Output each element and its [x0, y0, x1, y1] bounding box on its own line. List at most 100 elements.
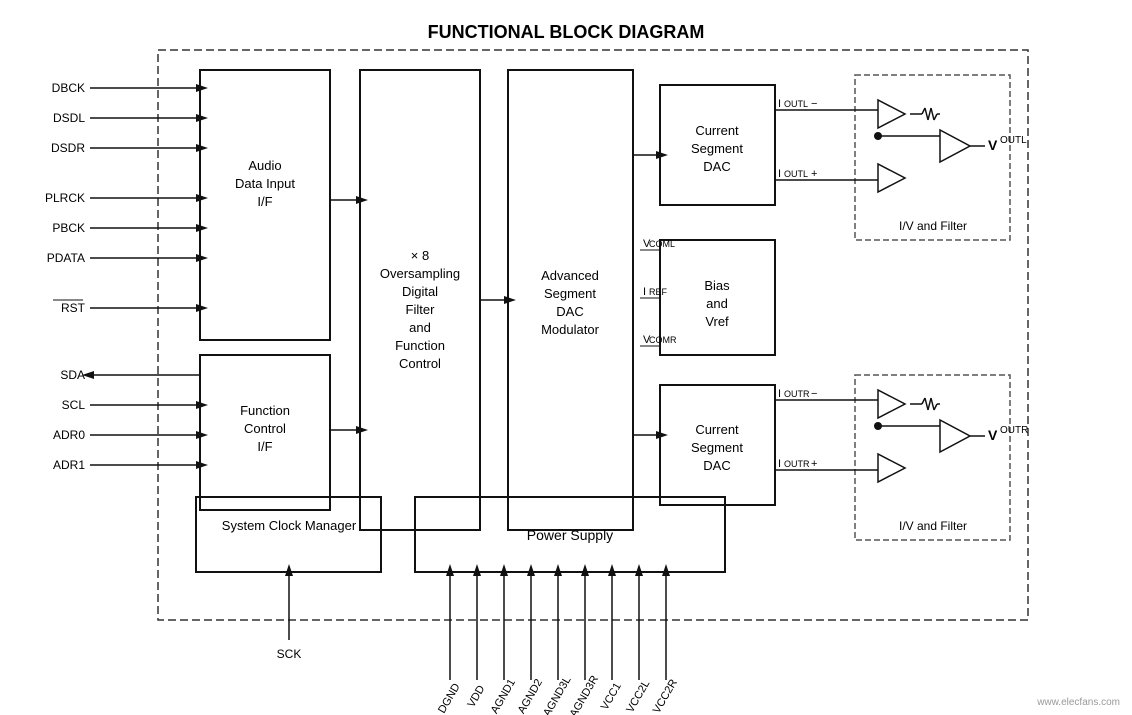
amp-bot-2 — [878, 454, 905, 482]
svg-text:+: + — [811, 168, 817, 180]
svg-text:OUTL: OUTL — [784, 99, 808, 109]
svg-text:VCC2L: VCC2L — [624, 678, 652, 715]
svg-text:I: I — [778, 388, 781, 400]
svg-text:V: V — [988, 427, 998, 443]
svg-text:Power Supply: Power Supply — [527, 527, 613, 543]
svg-text:I/F: I/F — [257, 439, 272, 454]
agnd2-arrow — [527, 564, 535, 576]
dsdr-arrow — [196, 144, 208, 152]
svg-text:AGND2: AGND2 — [516, 677, 545, 715]
svg-text:Bias: Bias — [704, 278, 730, 293]
agnd3r-arrow — [581, 564, 589, 576]
amp-bot-out — [940, 420, 970, 452]
svg-text:OUTL: OUTL — [1000, 135, 1027, 146]
amp-bot-1 — [878, 390, 905, 418]
sck-arrow — [285, 564, 293, 576]
svg-text:Oversampling: Oversampling — [380, 266, 460, 281]
svg-text:REF: REF — [649, 287, 668, 297]
svg-text:Segment: Segment — [691, 141, 743, 156]
svg-text:I: I — [643, 286, 646, 298]
func-to-over-arrow — [356, 426, 368, 434]
plrck-arrow — [196, 194, 208, 202]
svg-text:ADR0: ADR0 — [53, 428, 85, 442]
svg-text:Segment: Segment — [544, 286, 596, 301]
svg-text:× 8: × 8 — [411, 248, 429, 263]
diagram-title: FUNCTIONAL BLOCK DIAGRAM — [428, 22, 705, 42]
rst-arrow — [196, 304, 208, 312]
svg-text:COMR: COMR — [649, 335, 677, 345]
svg-text:DSDR: DSDR — [51, 141, 85, 155]
vcc2l-arrow — [635, 564, 643, 576]
agnd3l-arrow — [554, 564, 562, 576]
diagram-container: FUNCTIONAL BLOCK DIAGRAM Audio Data Inpu… — [0, 0, 1132, 715]
svg-text:and: and — [409, 320, 431, 335]
dbck-arrow — [196, 84, 208, 92]
svg-text:ADR1: ADR1 — [53, 458, 85, 472]
svg-text:Vref: Vref — [705, 314, 729, 329]
svg-text:Segment: Segment — [691, 440, 743, 455]
svg-text:Modulator: Modulator — [541, 322, 599, 337]
svg-text:VCC1: VCC1 — [599, 681, 624, 712]
svg-text:Current: Current — [695, 123, 739, 138]
svg-text:DAC: DAC — [703, 458, 730, 473]
svg-text:−: − — [811, 98, 817, 110]
svg-text:Data Input: Data Input — [235, 176, 295, 191]
svg-text:I: I — [778, 98, 781, 110]
svg-text:Control: Control — [399, 356, 441, 371]
svg-text:RST: RST — [61, 301, 86, 315]
svg-text:AGND3L: AGND3L — [541, 674, 573, 715]
adr1-arrow — [196, 461, 208, 469]
audio-data-input-label: Audio — [248, 158, 281, 173]
svg-text:I: I — [778, 168, 781, 180]
vdd-arrow — [473, 564, 481, 576]
adr0-arrow — [196, 431, 208, 439]
system-clock-block — [196, 497, 381, 572]
oversampling-block — [360, 70, 480, 530]
amp-top-1 — [878, 100, 905, 128]
svg-text:PLRCK: PLRCK — [45, 191, 85, 205]
svg-text:Advanced: Advanced — [541, 268, 599, 283]
watermark: www.elecfans.com — [1036, 697, 1120, 708]
amp-top-out — [940, 130, 970, 162]
svg-text:Function: Function — [395, 338, 445, 353]
svg-text:DGND: DGND — [436, 681, 463, 715]
svg-text:OUTR: OUTR — [784, 389, 810, 399]
svg-text:V: V — [988, 137, 998, 153]
svg-text:PBCK: PBCK — [52, 221, 85, 235]
svg-text:I/V and Filter: I/V and Filter — [899, 219, 967, 233]
amp-top-2 — [878, 164, 905, 192]
dsdl-arrow — [196, 114, 208, 122]
svg-text:+: + — [811, 458, 817, 470]
svg-text:SCK: SCK — [277, 647, 302, 661]
scl-arrow — [196, 401, 208, 409]
svg-text:OUTR: OUTR — [784, 459, 810, 469]
svg-text:Filter: Filter — [406, 302, 436, 317]
adv-to-dac-bot-arrow — [656, 431, 668, 439]
svg-text:Current: Current — [695, 422, 739, 437]
svg-text:Digital: Digital — [402, 284, 438, 299]
agnd1-arrow — [500, 564, 508, 576]
svg-text:I/F: I/F — [257, 194, 272, 209]
pbck-arrow — [196, 224, 208, 232]
svg-text:DAC: DAC — [703, 159, 730, 174]
svg-text:OUTL: OUTL — [784, 169, 808, 179]
svg-text:COML: COML — [649, 239, 675, 249]
dgnd-arrow — [446, 564, 454, 576]
svg-text:SCL: SCL — [62, 398, 86, 412]
audio-to-over-arrow — [356, 196, 368, 204]
vcc2r-arrow — [662, 564, 670, 576]
svg-text:DSDL: DSDL — [53, 111, 85, 125]
svg-text:SDA: SDA — [60, 368, 85, 382]
svg-text:VDD: VDD — [465, 683, 487, 709]
svg-text:VCC2R: VCC2R — [651, 677, 680, 715]
svg-text:DAC: DAC — [556, 304, 583, 319]
svg-text:−: − — [811, 388, 817, 400]
svg-text:I: I — [778, 458, 781, 470]
svg-text:AGND1: AGND1 — [489, 677, 518, 715]
svg-text:I/V and Filter: I/V and Filter — [899, 519, 967, 533]
svg-text:PDATA: PDATA — [47, 251, 85, 265]
svg-text:Control: Control — [244, 421, 286, 436]
svg-text:DBCK: DBCK — [52, 81, 85, 95]
svg-text:Function: Function — [240, 403, 290, 418]
adv-to-dac-top-arrow — [656, 151, 668, 159]
